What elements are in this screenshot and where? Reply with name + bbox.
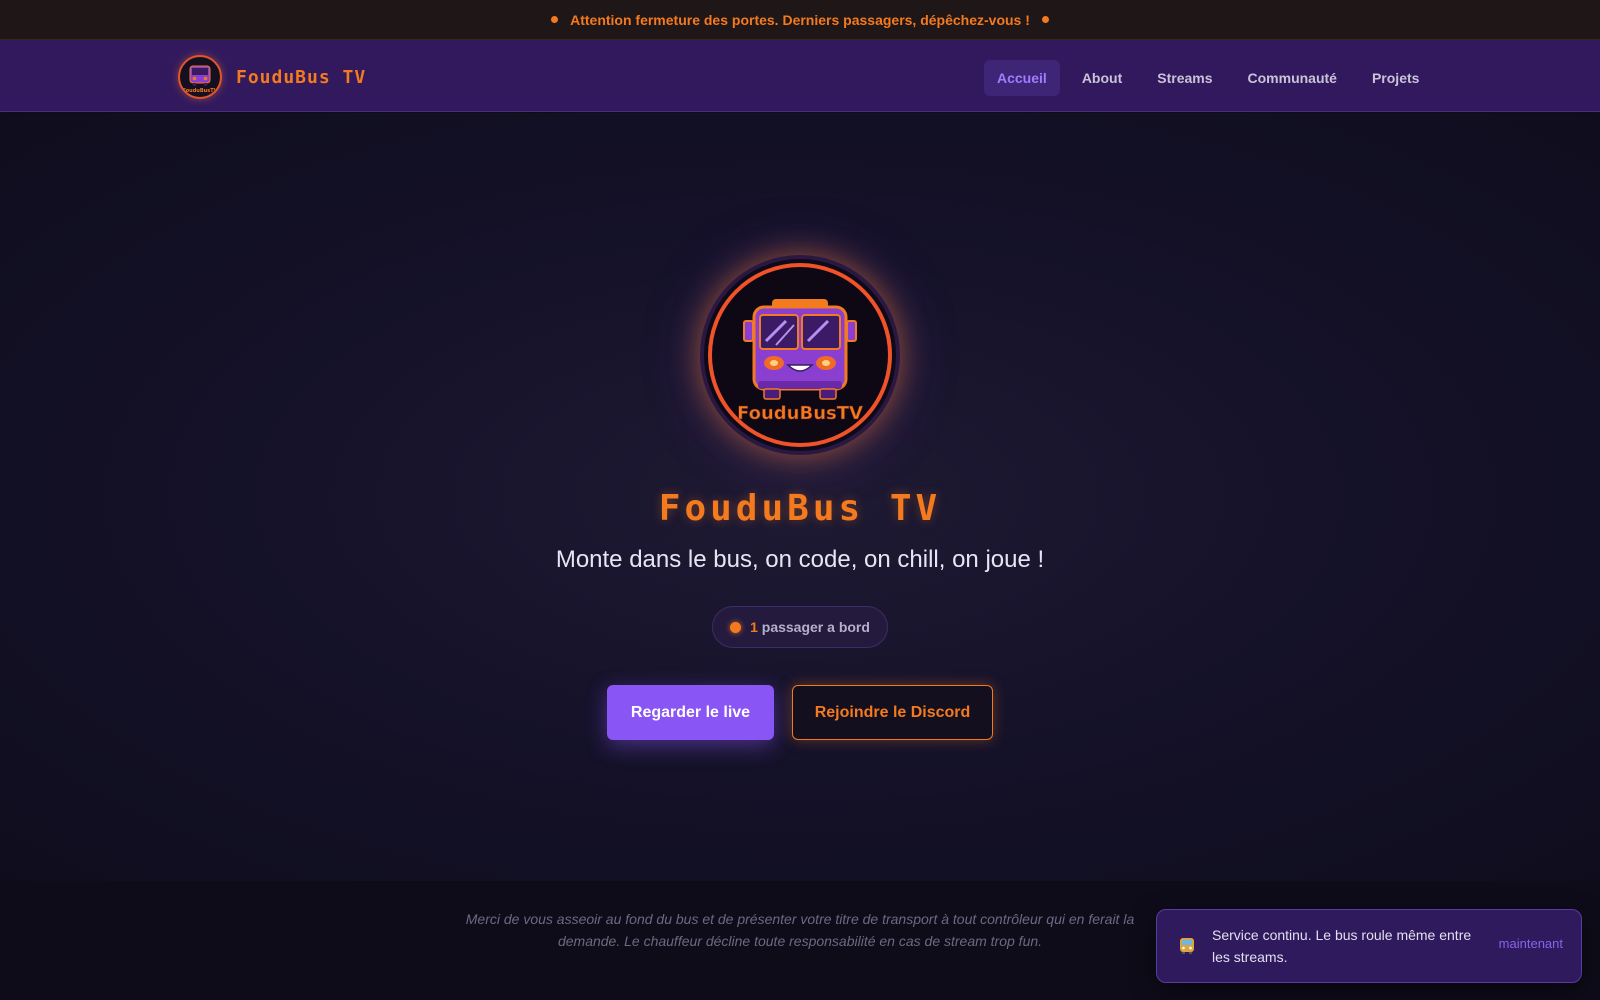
brand-link[interactable]: FouduBusTV FouduBus TV xyxy=(178,54,366,100)
toast-notification[interactable]: Service continu. Le bus roule même entre… xyxy=(1156,909,1582,983)
top-nav: FouduBusTV FouduBus TV Accueil About Str… xyxy=(0,40,1600,112)
nav-links: Accueil About Streams Communauté Projets xyxy=(984,60,1441,96)
join-discord-button[interactable]: Rejoindre le Discord xyxy=(792,685,993,740)
nav-item-communaute[interactable]: Communauté xyxy=(1235,60,1350,96)
passenger-counter-badge: 1 passager a bord xyxy=(712,606,888,648)
nav-item-projets[interactable]: Projets xyxy=(1359,60,1432,96)
svg-text:FouduBusTV: FouduBusTV xyxy=(737,403,863,424)
brand-name: FouduBus TV xyxy=(236,66,367,88)
announcement-bar: Attention fermeture des portes. Derniers… xyxy=(0,0,1600,40)
passenger-label: passager a bord xyxy=(761,619,870,635)
nav-item-about[interactable]: About xyxy=(1069,60,1135,96)
nav-item-streams[interactable]: Streams xyxy=(1144,60,1225,96)
nav-item-accueil[interactable]: Accueil xyxy=(984,60,1060,96)
hero-title: FouduBus TV xyxy=(658,488,942,529)
passenger-count: 1 xyxy=(750,619,758,635)
announcement-text: Attention fermeture des portes. Derniers… xyxy=(570,11,1030,28)
footer-disclaimer: Merci de vous asseoir au fond du bus et … xyxy=(450,908,1150,952)
svg-text:FouduBusTV: FouduBusTV xyxy=(183,88,218,94)
bus-icon xyxy=(1175,934,1199,958)
footer-line-1: Merci de vous asseoir au fond du bus et … xyxy=(465,911,1135,927)
hero-section: FouduBusTV FouduBus TV Monte dans le bus… xyxy=(0,113,1600,881)
toast-timestamp: maintenant xyxy=(1498,936,1563,951)
announcement-dot-right xyxy=(1041,16,1049,23)
watch-live-button[interactable]: Regarder le live xyxy=(607,685,774,740)
announcement-dot-left xyxy=(551,16,559,23)
live-dot-icon xyxy=(730,621,742,633)
footer-line-2: demande. Le chauffeur décline toute resp… xyxy=(557,933,1043,949)
toast-message: Service continu. Le bus roule même entre… xyxy=(1212,927,1472,965)
hero-subtitle: Monte dans le bus, on code, on chill, on… xyxy=(555,546,1045,573)
bus-mascot-logo-icon: FouduBusTV xyxy=(700,255,900,455)
bus-logo-icon: FouduBusTV xyxy=(178,55,222,99)
